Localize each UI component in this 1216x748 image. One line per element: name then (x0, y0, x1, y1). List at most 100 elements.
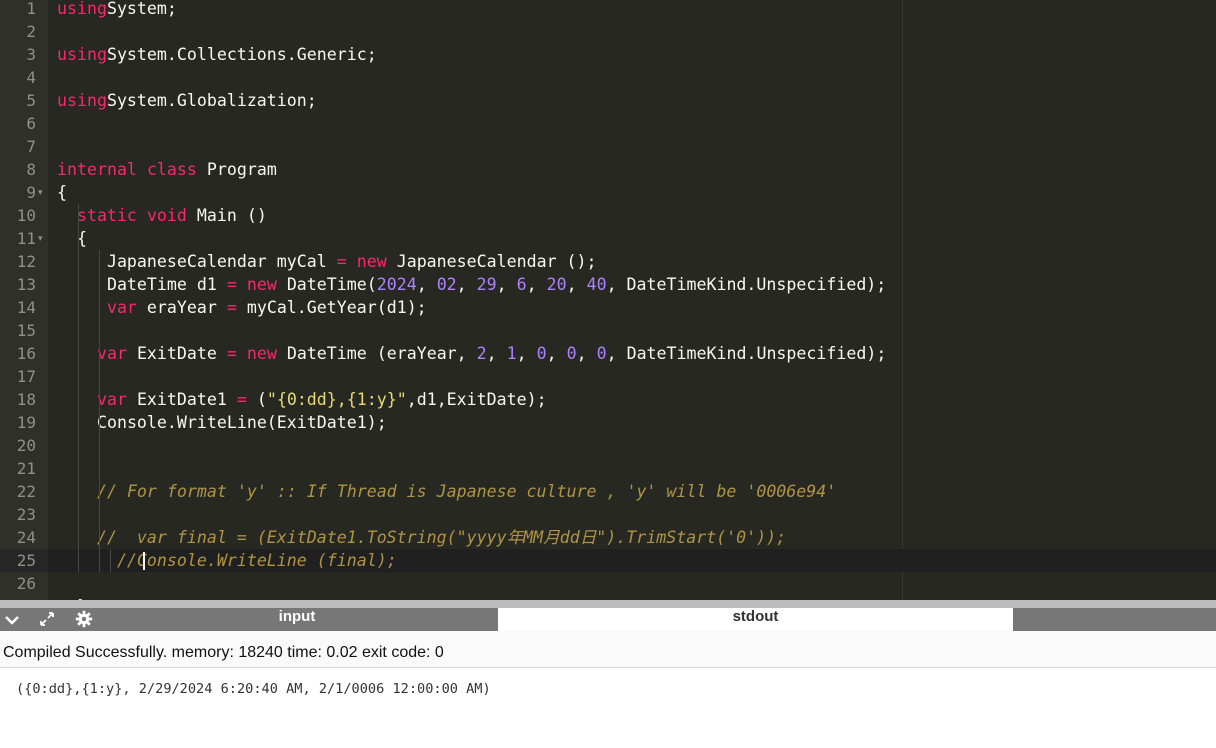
code-line[interactable]: usingSystem; (57, 0, 177, 20)
code-line[interactable]: DateTime d1 = new DateTime(2024, 02, 29,… (57, 273, 886, 296)
line-number: 10 (16, 205, 36, 225)
code-token: 20 (546, 274, 567, 294)
line-number: 16 (16, 343, 36, 363)
code-token: using (57, 44, 107, 64)
code-line[interactable]: // var final = (ExitDate1.ToString("yyyy… (57, 526, 786, 549)
code-token: JapaneseCalendar (); (386, 251, 597, 271)
code-line[interactable]: usingSystem.Globalization; (57, 89, 317, 112)
expand-arrows-icon[interactable] (35, 608, 59, 631)
code-line[interactable]: var eraYear = myCal.GetYear(d1); (57, 296, 427, 319)
line-number: 2 (26, 21, 36, 41)
chevron-down-icon[interactable] (0, 608, 24, 631)
code-token: , (526, 274, 547, 294)
code-token: 1 (506, 343, 517, 363)
code-line[interactable]: { (57, 227, 87, 250)
code-token: = (226, 297, 237, 317)
code-line[interactable]: var ExitDate1 = ("{0:dd},{1:y}",d1,ExitD… (57, 388, 547, 411)
line-number: 14 (16, 297, 36, 317)
code-token: var (96, 343, 127, 363)
line-number: 23 (16, 504, 36, 524)
code-line[interactable] (57, 434, 97, 457)
stdout-output-text: ({0:dd},{1:y}, 2/29/2024 6:20:40 AM, 2/1… (16, 681, 491, 697)
code-token: , (486, 343, 507, 363)
code-line[interactable]: //Console.WriteLine (final); (57, 549, 397, 572)
code-line[interactable]: // For format 'y' :: If Thread is Japane… (57, 480, 836, 503)
line-number: 24 (16, 527, 36, 547)
code-token: = (336, 251, 347, 271)
tab-input[interactable]: input (98, 608, 496, 631)
line-number: 6 (26, 113, 36, 133)
code-line[interactable]: { (57, 181, 67, 204)
line-number: 20 (16, 435, 36, 455)
code-token: , (496, 274, 517, 294)
code-token: 2 (476, 343, 487, 363)
panel-resize-bar[interactable] (0, 600, 1216, 608)
line-number: 19 (16, 412, 36, 432)
code-token: static (76, 205, 137, 225)
stdout-output-panel: ({0:dd},{1:y}, 2/29/2024 6:20:40 AM, 2/1… (0, 668, 1216, 748)
fold-toggle-icon[interactable]: ▾ (38, 181, 46, 204)
tab-stdout[interactable]: stdout (498, 608, 1013, 631)
code-token: Program (196, 159, 277, 179)
tab-bar-filler (1013, 608, 1216, 631)
code-line[interactable]: var ExitDate = new DateTime (eraYear, 2,… (57, 342, 886, 365)
fold-toggle-icon[interactable]: ▾ (38, 227, 46, 250)
text-cursor (143, 551, 145, 570)
line-number: 9 (26, 182, 36, 202)
line-number: 11 (16, 228, 36, 248)
code-token: class (146, 159, 197, 179)
code-line[interactable]: JapaneseCalendar myCal = new JapaneseCal… (57, 250, 597, 273)
code-token: var (96, 389, 127, 409)
indent-guide (99, 249, 100, 572)
code-token: { (57, 182, 67, 202)
code-token: DateTime( (276, 274, 377, 294)
code-token: Console.WriteLine(ExitDate1); (96, 412, 387, 432)
line-number: 1 (26, 0, 36, 18)
print-margin (902, 0, 903, 600)
line-number: 26 (16, 573, 36, 593)
line-number: 7 (26, 136, 36, 156)
code-token: DateTime (eraYear, (276, 343, 477, 363)
code-token: , (576, 343, 597, 363)
code-line[interactable]: internal class Program (57, 158, 277, 181)
line-number: 8 (26, 159, 36, 179)
code-token: 0 (596, 343, 607, 363)
code-line[interactable]: usingSystem.Collections.Generic; (57, 43, 377, 66)
line-number: 15 (16, 320, 36, 340)
code-token: void (146, 205, 187, 225)
line-number: 18 (16, 389, 36, 409)
code-line[interactable]: Console.WriteLine(ExitDate1); (57, 411, 387, 434)
code-token: System.Globalization; (106, 90, 317, 110)
code-token: , (546, 343, 567, 363)
line-number: 5 (26, 90, 36, 110)
indent-guide (109, 548, 111, 572)
line-number: 21 (16, 458, 36, 478)
code-token: = (226, 274, 237, 294)
code-token: , (416, 274, 437, 294)
code-token: System.Collections.Generic; (106, 44, 377, 64)
line-number: 3 (26, 44, 36, 64)
code-token: using (57, 0, 107, 18)
code-token: 02 (436, 274, 457, 294)
code-line[interactable]: static void Main () (57, 204, 267, 227)
code-token: 0 (536, 343, 547, 363)
code-token: // var final = (ExitDate1.ToString("yyyy… (96, 527, 787, 547)
code-token: , DateTimeKind.Unspecified); (606, 274, 887, 294)
code-token: new (356, 251, 387, 271)
code-token: System; (106, 0, 177, 18)
gear-icon[interactable] (72, 608, 96, 631)
line-number: 12 (16, 251, 36, 271)
code-token: 6 (516, 274, 527, 294)
code-editor[interactable]: 1 usingSystem; 2 3 usingSystem.Collections.G… (0, 0, 1216, 600)
code-token: // For format 'y' :: If Thread is Japane… (96, 481, 837, 501)
code-token: DateTime d1 (106, 274, 227, 294)
code-token: = (236, 389, 247, 409)
code-token: , (456, 274, 477, 294)
code-token: ExitDate1 (126, 389, 237, 409)
compile-status-bar: Compiled Successfully. memory: 18240 tim… (0, 631, 1216, 668)
compile-status-text: Compiled Successfully. memory: 18240 tim… (3, 644, 444, 661)
code-token: , (516, 343, 537, 363)
